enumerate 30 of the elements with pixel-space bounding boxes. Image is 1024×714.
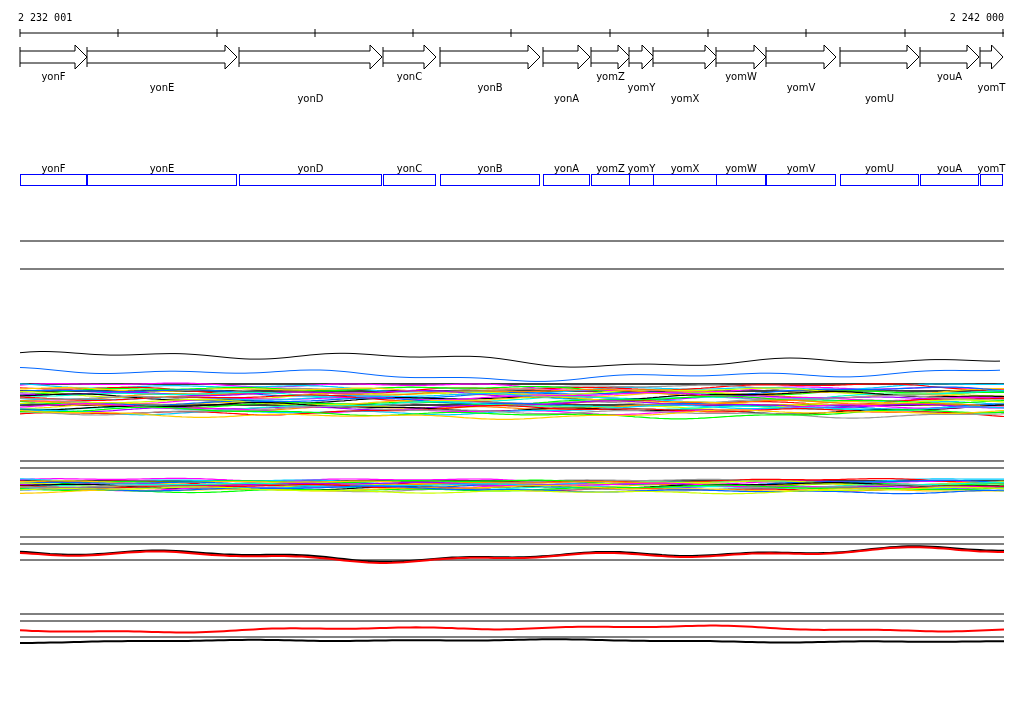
end-position: 2 242 000	[949, 12, 1004, 23]
gene-label: yomU	[864, 163, 895, 174]
gene-label: yomT	[977, 163, 1006, 174]
gene-label: yomW	[725, 163, 757, 174]
gene-label: yomV	[786, 82, 816, 93]
gene-label: yonB	[477, 82, 503, 93]
gene-label: yomX	[670, 163, 700, 174]
gene-label: yonD	[297, 93, 324, 104]
gene-label: yonD	[297, 163, 324, 174]
gene-label: yonC	[396, 71, 423, 82]
gene-label: youA	[936, 71, 963, 82]
gene-label: yomZ	[596, 163, 625, 174]
gene-label: yomW	[725, 71, 757, 82]
gene-label: yomY	[627, 82, 656, 93]
gene-label: yonB	[477, 163, 503, 174]
gene-label: yonC	[396, 163, 423, 174]
gene-label: yonF	[41, 71, 66, 82]
gene-label: yonA	[553, 163, 580, 174]
gene-label: yomY	[627, 163, 656, 174]
gene-label: yomU	[864, 93, 895, 104]
start-position: 2 232 001	[18, 12, 73, 23]
gene-label: youA	[936, 163, 963, 174]
gene-label: yomX	[670, 93, 700, 104]
gene-label: yomT	[977, 82, 1006, 93]
gene-label: yonE	[149, 82, 175, 93]
gene-label: yonE	[149, 163, 175, 174]
gene-label: yomV	[786, 163, 816, 174]
gene-label: yonF	[41, 163, 66, 174]
gene-label: yomZ	[596, 71, 625, 82]
gene-label: yonA	[553, 93, 580, 104]
